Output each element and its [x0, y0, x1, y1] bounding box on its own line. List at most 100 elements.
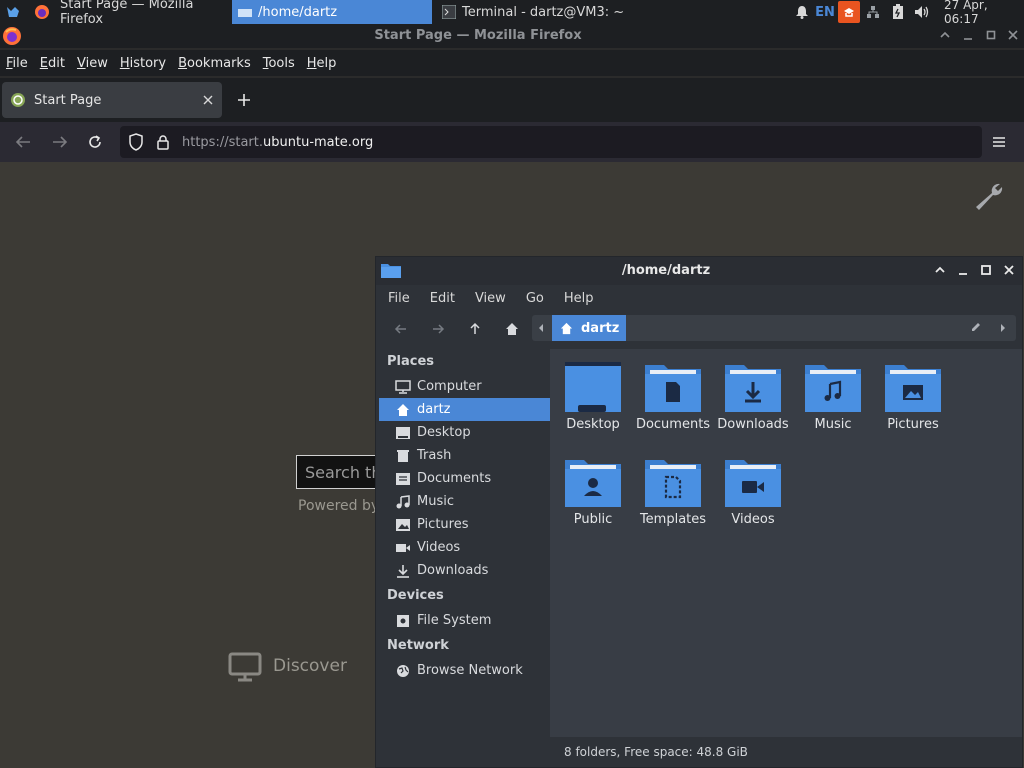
sidebar-item-computer[interactable]: Computer	[379, 375, 550, 398]
folder-label: Downloads	[717, 417, 789, 432]
maximize-icon[interactable]	[979, 263, 993, 277]
folder-label: Pictures	[887, 417, 939, 432]
close-icon[interactable]	[1002, 263, 1016, 277]
task-firefox[interactable]: Start Page — Mozilla Firefox	[54, 0, 230, 27]
menu-view[interactable]: View	[469, 291, 512, 306]
tab-title: Start Page	[34, 92, 102, 108]
status-bar: 8 folders, Free space: 48.8 GiB	[550, 737, 1022, 767]
path-label: dartz	[581, 320, 620, 336]
home-icon[interactable]	[505, 322, 519, 336]
forward-icon[interactable]	[431, 322, 445, 336]
close-icon[interactable]	[1006, 28, 1020, 42]
back-icon[interactable]	[14, 134, 32, 152]
maximize-icon[interactable]	[984, 28, 998, 42]
tab-start-page[interactable]: Start Page	[2, 82, 222, 118]
sidebar-item-trash[interactable]: Trash	[379, 444, 550, 467]
folder-templates[interactable]: Templates	[633, 456, 713, 546]
forward-icon[interactable]	[51, 134, 69, 152]
keyboard-layout-indicator[interactable]: EN	[814, 3, 836, 21]
menu-file[interactable]: File	[382, 291, 416, 306]
folder-public[interactable]: Public	[553, 456, 633, 546]
sidebar-item-label: Documents	[417, 471, 492, 486]
ubuntu-mate-favicon-icon	[10, 92, 26, 108]
folder-desktop[interactable]: Desktop	[553, 361, 633, 451]
sidebar-item-browse-network[interactable]: Browse Network	[379, 659, 550, 682]
discover-icon	[228, 652, 262, 684]
wrench-icon[interactable]	[972, 180, 1006, 214]
sidebar-item-dartz[interactable]: dartz	[379, 398, 550, 421]
sidebar-item-file-system[interactable]: File System	[379, 609, 550, 632]
menu-history[interactable]: History	[114, 56, 172, 71]
menu-file[interactable]: File	[0, 56, 34, 71]
task-label: /home/dartz	[258, 4, 338, 20]
menu-go[interactable]: Go	[520, 291, 550, 306]
downloads-icon	[395, 564, 411, 578]
sidebar-item-videos[interactable]: Videos	[379, 536, 550, 559]
task-label: Start Page — Mozilla Firefox	[60, 0, 194, 27]
places-sidebar: Places Computer dartz Desktop Trash Docu…	[376, 349, 550, 737]
folder-label: Desktop	[566, 417, 620, 432]
back-icon[interactable]	[394, 322, 408, 336]
file-manager-menubar: File Edit View Go Help	[376, 285, 1022, 311]
home-icon	[560, 322, 573, 335]
folder-documents[interactable]: Documents	[633, 361, 713, 451]
volume-icon[interactable]	[912, 3, 932, 21]
folder-videos[interactable]: Videos	[713, 456, 793, 546]
file-manager-titlebar: /home/dartz	[376, 257, 1022, 285]
folder-pictures[interactable]: Pictures	[873, 361, 953, 451]
firefox-menubar: File Edit View History Bookmarks Tools H…	[0, 50, 1024, 76]
sidebar-item-documents[interactable]: Documents	[379, 467, 550, 490]
url-bar[interactable]: https://start.ubuntu-mate.org	[120, 126, 982, 158]
menu-help[interactable]: Help	[558, 291, 600, 306]
sidebar-item-pictures[interactable]: Pictures	[379, 513, 550, 536]
sidebar-item-label: Music	[417, 494, 454, 509]
minimize-icon[interactable]	[961, 28, 975, 42]
clock[interactable]: 27 Apr, 06:17	[944, 0, 1022, 26]
powered-by-text: Powered by	[298, 498, 380, 514]
minimize-icon[interactable]	[956, 263, 970, 277]
menu-tools[interactable]: Tools	[257, 56, 301, 71]
sidebar-item-label: Downloads	[417, 563, 489, 578]
task-label: Terminal - dartz@VM3: ~	[462, 4, 625, 20]
music-icon	[395, 494, 411, 509]
url-text: https://start.ubuntu-mate.org	[182, 134, 374, 150]
software-updater-icon[interactable]	[838, 1, 860, 23]
new-tab-icon[interactable]	[236, 92, 252, 108]
sidebar-item-music[interactable]: Music	[379, 490, 550, 513]
path-scroll-left-icon[interactable]	[536, 321, 548, 335]
task-file-manager[interactable]: /home/dartz	[232, 0, 432, 24]
menu-help[interactable]: Help	[301, 56, 343, 71]
menu-view[interactable]: View	[71, 56, 114, 71]
up-icon[interactable]	[468, 322, 482, 336]
sidebar-item-downloads[interactable]: Downloads	[379, 559, 550, 582]
hamburger-menu-icon[interactable]	[991, 135, 1009, 151]
path-button-dartz[interactable]: dartz	[552, 315, 626, 341]
discover-link[interactable]: Discover	[273, 656, 347, 676]
folder-music[interactable]: Music	[793, 361, 873, 451]
search-input[interactable]: Search th	[296, 455, 386, 489]
folder-downloads[interactable]: Downloads	[713, 361, 793, 451]
mate-menu-icon[interactable]	[4, 3, 22, 21]
shield-icon[interactable]	[128, 133, 144, 151]
documents-folder-icon	[644, 361, 702, 413]
sidebar-item-desktop[interactable]: Desktop	[379, 421, 550, 444]
sidebar-item-label: Desktop	[417, 425, 471, 440]
folder-label: Public	[573, 512, 613, 527]
path-scroll-right-icon[interactable]	[998, 321, 1010, 335]
bell-icon[interactable]	[793, 3, 811, 21]
close-tab-icon[interactable]	[202, 94, 214, 106]
task-terminal[interactable]: Terminal - dartz@VM3: ~	[436, 0, 626, 24]
edit-location-icon[interactable]	[970, 321, 984, 335]
menu-edit[interactable]: Edit	[34, 56, 71, 71]
window-shade-icon[interactable]	[933, 263, 947, 277]
network-icon[interactable]	[864, 3, 882, 21]
lock-icon[interactable]	[156, 134, 170, 150]
menu-bookmarks[interactable]: Bookmarks	[172, 56, 257, 71]
menu-edit[interactable]: Edit	[424, 291, 461, 306]
home-icon	[395, 403, 411, 417]
firefox-launcher-icon[interactable]	[33, 3, 51, 21]
sidebar-item-label: dartz	[417, 402, 451, 417]
reload-icon[interactable]	[87, 134, 105, 152]
battery-icon[interactable]	[889, 3, 907, 21]
window-shade-icon[interactable]	[938, 28, 952, 42]
